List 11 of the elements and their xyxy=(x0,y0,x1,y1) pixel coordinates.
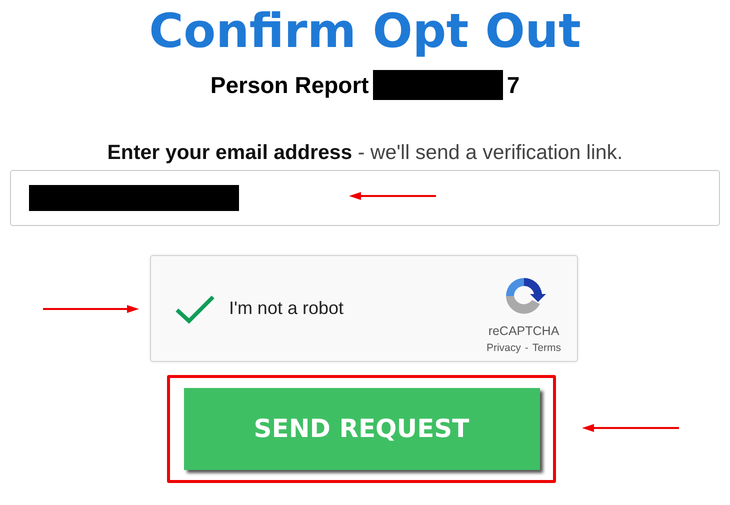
email-field[interactable] xyxy=(10,170,720,226)
captcha-label: I'm not a robot xyxy=(229,297,344,320)
captcha-brand: reCAPTCHA xyxy=(488,323,560,340)
report-label: Person Report xyxy=(210,70,369,100)
report-suffix: 7 xyxy=(506,70,520,100)
terms-link[interactable]: Terms xyxy=(532,342,561,354)
separator-text: - xyxy=(524,342,528,354)
page-title: Confirm Opt Out xyxy=(148,4,582,60)
checkmark-icon[interactable] xyxy=(175,294,215,324)
instruction-text: Enter your email address - we'll send a verification link. xyxy=(106,140,624,166)
privacy-link[interactable]: Privacy xyxy=(486,342,521,354)
